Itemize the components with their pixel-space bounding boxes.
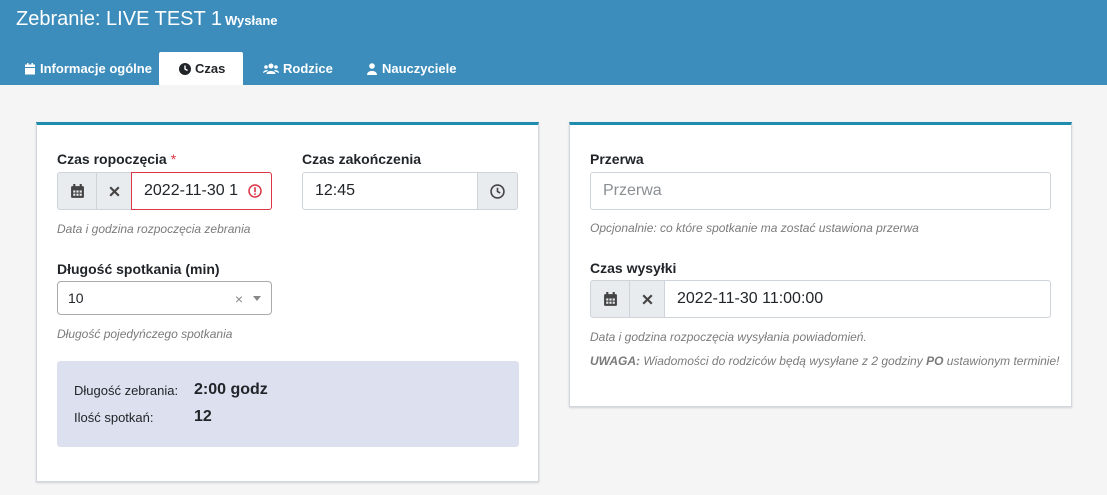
start-datetime-value: 2022-11-30 1: [144, 182, 238, 199]
meeting-length-value: 2:00 godz: [194, 381, 268, 398]
break-send-panel: Przerwa Przerwa Opcjonalnie: co które sp…: [569, 122, 1072, 407]
clock-icon: [490, 183, 505, 199]
tab-teachers[interactable]: Nauczyciele: [366, 52, 456, 85]
send-datetime-value: 2022-11-30 11:00:00: [677, 290, 824, 307]
duration-select[interactable]: 10 ×: [57, 281, 272, 315]
start-date-picker-button[interactable]: [57, 172, 97, 210]
tab-general-info[interactable]: Informacje ogólne: [24, 52, 152, 85]
send-time-help: Data i godzina rozpoczęcia wysyłania pow…: [590, 330, 867, 344]
clear-selection-icon[interactable]: ×: [235, 291, 243, 307]
break-help: Opcjonalnie: co które spotkanie ma zosta…: [590, 221, 919, 235]
tab-label: Informacje ogólne: [40, 61, 152, 76]
tab-label: Rodzice: [283, 61, 333, 76]
tab-label: Nauczyciele: [382, 61, 457, 76]
calendar-icon: [70, 183, 84, 198]
clock-icon: [179, 62, 191, 75]
end-time-value: 12:45: [315, 182, 356, 199]
page-header: Zebranie: LIVE TEST 1 Wysłane Informacje…: [0, 0, 1107, 85]
send-clear-button[interactable]: [629, 280, 665, 318]
end-time-picker-button[interactable]: [477, 172, 518, 210]
send-datetime-input[interactable]: 2022-11-30 11:00:00: [664, 280, 1051, 318]
users-icon: [263, 63, 279, 75]
calendar-icon: [24, 62, 36, 75]
start-clear-button[interactable]: [96, 172, 132, 210]
send-date-picker-button[interactable]: [590, 280, 630, 318]
chevron-down-icon: [253, 296, 261, 301]
summary-box: Długość zebrania: 2:00 godz Ilość spotka…: [57, 361, 519, 447]
duration-label: Długość spotkania (min): [57, 261, 220, 277]
tab-time[interactable]: Czas: [159, 52, 243, 85]
start-datetime-input[interactable]: 2022-11-30 1: [131, 172, 272, 210]
close-icon: [108, 185, 120, 197]
break-input[interactable]: Przerwa: [590, 172, 1051, 210]
break-placeholder: Przerwa: [603, 182, 662, 199]
meeting-length-label: Długość zebrania:: [74, 383, 179, 398]
tab-parents[interactable]: Rodzice: [263, 52, 333, 85]
status-badge: Wysłane: [225, 13, 278, 28]
break-label: Przerwa: [590, 151, 644, 167]
tab-label: Czas: [195, 61, 226, 76]
end-time-input[interactable]: 12:45: [302, 172, 478, 210]
calendar-icon: [603, 291, 617, 306]
duration-help: Długość pojedyńczego spotkania: [57, 327, 233, 341]
send-time-warning: UWAGA: Wiadomości do rodziców będą wysył…: [590, 354, 1060, 368]
meetings-count-label: Ilość spotkań:: [74, 410, 154, 425]
page-title: Zebranie: LIVE TEST 1: [16, 8, 223, 30]
send-time-label: Czas wysyłki: [590, 260, 677, 276]
teacher-icon: [366, 62, 378, 75]
time-panel: Czas ropoczęcia * 2022-11-30 1 Data i god…: [36, 122, 539, 482]
meetings-count-value: 12: [194, 408, 212, 425]
duration-value: 10: [68, 290, 84, 306]
close-icon: [641, 293, 653, 305]
end-time-label: Czas zakończenia: [302, 151, 422, 167]
start-time-help: Data i godzina rozpoczęcia zebrania: [57, 222, 251, 236]
error-icon: [248, 184, 262, 198]
start-time-label: Czas ropoczęcia *: [57, 151, 177, 167]
